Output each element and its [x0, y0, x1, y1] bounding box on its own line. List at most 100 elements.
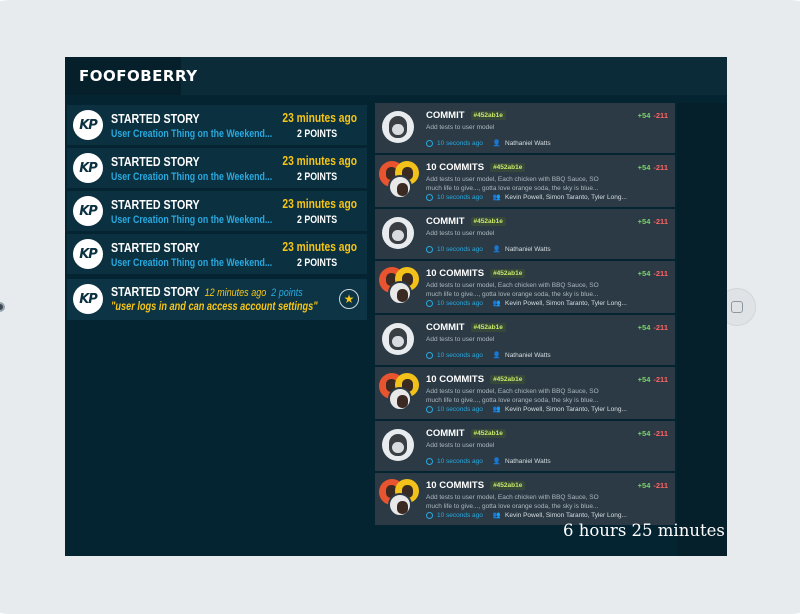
additions: +54	[637, 375, 651, 384]
commit-stats: +54 -211	[638, 163, 668, 172]
story-time: 23 minutes ago	[282, 197, 357, 211]
commit-description: Add tests to user model	[426, 336, 495, 343]
clock-icon	[426, 511, 433, 519]
side-panel	[677, 103, 727, 556]
story-item[interactable]: KP STARTED STORY User Creation Thing on …	[67, 191, 367, 231]
person-icon: 👤	[492, 140, 501, 147]
dashboard-screen: FOOFOBERRY KP STARTED STORY User Creatio…	[65, 57, 727, 556]
story-points: 2 POINTS	[297, 171, 338, 183]
story-title-line: STARTED STORY 12 minutes ago 2 points	[111, 284, 303, 299]
commit-hash[interactable]: #452ab1e	[470, 217, 506, 226]
clock-icon	[426, 299, 433, 307]
people-icon: 👥	[492, 300, 501, 307]
avatar	[388, 175, 412, 199]
clock-icon	[426, 457, 433, 465]
commit-time: 10 seconds ago	[437, 299, 483, 307]
commit-meta: 10 seconds ago 👤 Nathaniel Watts	[426, 457, 551, 465]
avatar	[388, 387, 412, 411]
additions: +54	[637, 429, 651, 438]
commit-authors: Nathaniel Watts	[505, 351, 551, 359]
story-item[interactable]: KP STARTED STORY User Creation Thing on …	[67, 148, 367, 188]
commit-card[interactable]: 10 COMMITS #452ab1e +54 -211 Add tests to …	[375, 473, 675, 525]
clock-icon	[426, 193, 433, 201]
commit-time: 10 seconds ago	[437, 193, 483, 201]
commit-title: COMMIT	[426, 110, 465, 121]
story-subtitle[interactable]: User Creation Thing on the Weekend...	[111, 171, 272, 183]
commit-hash[interactable]: #452ab1e	[490, 163, 526, 172]
commit-title-line: 10 COMMITS #452ab1e	[426, 162, 526, 173]
deletions: -211	[653, 375, 668, 384]
commit-stats: +54 -211	[638, 323, 668, 332]
commit-time: 10 seconds ago	[437, 351, 483, 359]
additions: +54	[637, 481, 651, 490]
commit-title: COMMIT	[426, 322, 465, 333]
clock-icon	[426, 351, 433, 359]
story-item[interactable]: KP STARTED STORY User Creation Thing on …	[67, 234, 367, 274]
commit-meta: 10 seconds ago 👥 Kevin Powell, Simon Taran…	[426, 193, 627, 201]
deletions: -211	[653, 323, 668, 332]
commit-time: 10 seconds ago	[437, 139, 483, 147]
commit-card[interactable]: COMMIT #452ab1e +54 -211 Add tests to user…	[375, 315, 675, 365]
commit-time: 10 seconds ago	[437, 511, 483, 519]
commit-hash[interactable]: #452ab1e	[490, 375, 526, 384]
commit-meta: 10 seconds ago 👥 Kevin Powell, Simon Taran…	[426, 511, 627, 519]
story-subtitle[interactable]: User Creation Thing on the Weekend...	[111, 214, 272, 226]
story-item[interactable]: KP STARTED STORY User Creation Thing on …	[67, 105, 367, 145]
additions: +54	[637, 323, 651, 332]
commit-meta: 10 seconds ago 👤 Nathaniel Watts	[426, 351, 551, 359]
people-icon: 👥	[492, 406, 501, 413]
commit-card[interactable]: 10 COMMITS #452ab1e +54 -211 Add tests to …	[375, 367, 675, 419]
commit-hash[interactable]: #452ab1e	[490, 481, 526, 490]
commit-title: 10 COMMITS	[426, 162, 485, 173]
deletions: -211	[653, 481, 668, 490]
avatar	[382, 217, 414, 249]
commit-stats: +54 -211	[638, 481, 668, 490]
brand-logo[interactable]: FOOFOBERRY	[65, 57, 197, 95]
commit-description: Add tests to user model	[426, 124, 495, 131]
story-quote: "user logs in and can access account set…	[111, 301, 318, 313]
commit-title: COMMIT	[426, 216, 465, 227]
people-icon: 👥	[492, 512, 501, 519]
commit-hash[interactable]: #452ab1e	[470, 111, 506, 120]
story-title: STARTED STORY	[111, 240, 200, 255]
top-bar: FOOFOBERRY	[65, 57, 727, 95]
avatar: KP	[73, 284, 103, 314]
commit-title-line: COMMIT #452ab1e	[426, 110, 506, 121]
star-icon[interactable]: ★	[339, 289, 359, 309]
story-subtitle[interactable]: User Creation Thing on the Weekend...	[111, 257, 272, 269]
commit-title: 10 COMMITS	[426, 374, 485, 385]
camera-icon	[0, 302, 5, 312]
story-time: 23 minutes ago	[282, 111, 357, 125]
commit-title-line: 10 COMMITS #452ab1e	[426, 480, 526, 491]
story-title: STARTED STORY	[111, 284, 200, 299]
commit-card[interactable]: COMMIT #452ab1e +54 -211 Add tests to user…	[375, 209, 675, 259]
story-time: 23 minutes ago	[282, 154, 357, 168]
commit-hash[interactable]: #452ab1e	[470, 429, 506, 438]
clock-icon	[426, 245, 433, 253]
commit-authors: Kevin Powell, Simon Taranto, Tyler Long.…	[505, 511, 627, 519]
commit-hash[interactable]: #452ab1e	[490, 269, 526, 278]
commit-card[interactable]: COMMIT #452ab1e +54 -211 Add tests to user…	[375, 421, 675, 471]
commit-meta: 10 seconds ago 👥 Kevin Powell, Simon Taran…	[426, 405, 627, 413]
commit-time: 10 seconds ago	[437, 245, 483, 253]
featured-story[interactable]: KP STARTED STORY 12 minutes ago 2 points "…	[67, 279, 367, 320]
commit-authors: Kevin Powell, Simon Taranto, Tyler Long.…	[505, 299, 627, 307]
avatar: KP	[73, 196, 103, 226]
story-points: 2 POINTS	[297, 128, 338, 140]
story-time: 12 minutes ago	[204, 287, 267, 299]
avatar	[382, 323, 414, 355]
commit-description: Add tests to user model, Each chicken wi…	[426, 494, 599, 510]
commit-stats: +54 -211	[638, 269, 668, 278]
commit-card[interactable]: 10 COMMITS #452ab1e +54 -211 Add tests to …	[375, 261, 675, 313]
story-title: STARTED STORY	[111, 154, 200, 169]
commit-description: Add tests to user model	[426, 442, 495, 449]
commit-title-line: COMMIT #452ab1e	[426, 322, 506, 333]
avatar	[388, 281, 412, 305]
additions: +54	[637, 269, 651, 278]
commit-card[interactable]: COMMIT #452ab1e +54 -211 Add tests to user…	[375, 103, 675, 153]
commit-hash[interactable]: #452ab1e	[470, 323, 506, 332]
story-time: 23 minutes ago	[282, 240, 357, 254]
deletions: -211	[653, 163, 668, 172]
commit-card[interactable]: 10 COMMITS #452ab1e +54 -211 Add tests to …	[375, 155, 675, 207]
story-subtitle[interactable]: User Creation Thing on the Weekend...	[111, 128, 272, 140]
